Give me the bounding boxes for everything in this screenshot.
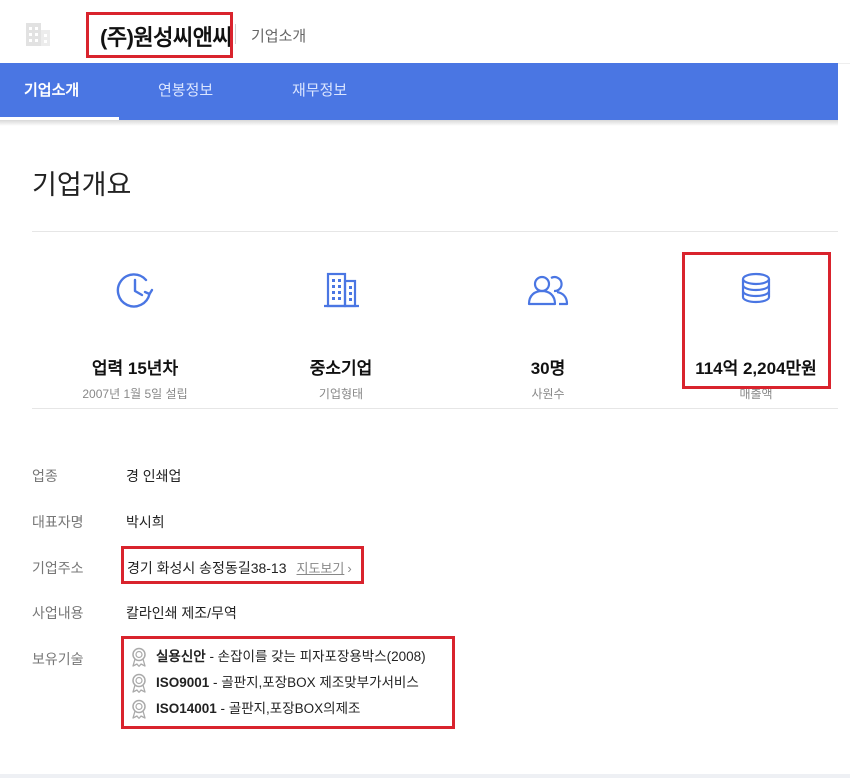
industry-label: 업종 xyxy=(32,468,58,484)
people-icon xyxy=(527,275,569,306)
header-divider xyxy=(235,24,236,44)
highlight-revenue xyxy=(682,252,831,389)
divider xyxy=(32,408,838,409)
business-value: 칼라인쇄 제조/무역 xyxy=(126,605,237,621)
tab-financial-info[interactable]: 재무정보 xyxy=(292,63,347,120)
industry-value: 경 인쇄업 xyxy=(126,468,182,484)
building-icon xyxy=(324,272,359,308)
stat-employees-sub: 사원수 xyxy=(531,387,565,401)
divider xyxy=(32,231,838,232)
stat-history: 업력 15년차 2007년 1월 5일 설립 xyxy=(35,268,235,401)
address-label: 기업주소 xyxy=(32,560,84,576)
stat-employees-value: 30명 xyxy=(530,359,566,378)
stat-company-type-sub: 기업형태 xyxy=(318,387,364,401)
business-label: 사업내용 xyxy=(32,605,84,621)
breadcrumb[interactable]: 기업소개 xyxy=(251,25,306,46)
highlight-address xyxy=(121,546,364,584)
ceo-value: 박시희 xyxy=(126,514,165,530)
ceo-label: 대표자명 xyxy=(32,514,84,530)
section-title: 기업개요 xyxy=(32,170,132,200)
stat-history-sub: 2007년 1월 5일 설립 xyxy=(82,387,188,401)
tab-bar-shadow xyxy=(0,120,838,126)
stat-employees: 30명 사원수 xyxy=(448,268,648,401)
company-logo-icon xyxy=(26,23,50,46)
footer-divider xyxy=(0,774,850,778)
stat-history-value: 업력 15년차 xyxy=(91,359,179,378)
stat-company-type-value: 중소기업 xyxy=(309,359,373,378)
tab-bar: 기업소개 연봉정보 재무정보 xyxy=(0,63,838,120)
clock-icon xyxy=(116,273,154,308)
tech-label: 보유기술 xyxy=(32,651,84,667)
tab-company-intro[interactable]: 기업소개 xyxy=(24,63,79,120)
stat-company-type: 중소기업 기업형태 xyxy=(241,268,441,401)
highlight-company-name xyxy=(86,12,233,58)
highlight-technologies xyxy=(121,636,455,729)
tab-salary-info[interactable]: 연봉정보 xyxy=(158,63,213,120)
